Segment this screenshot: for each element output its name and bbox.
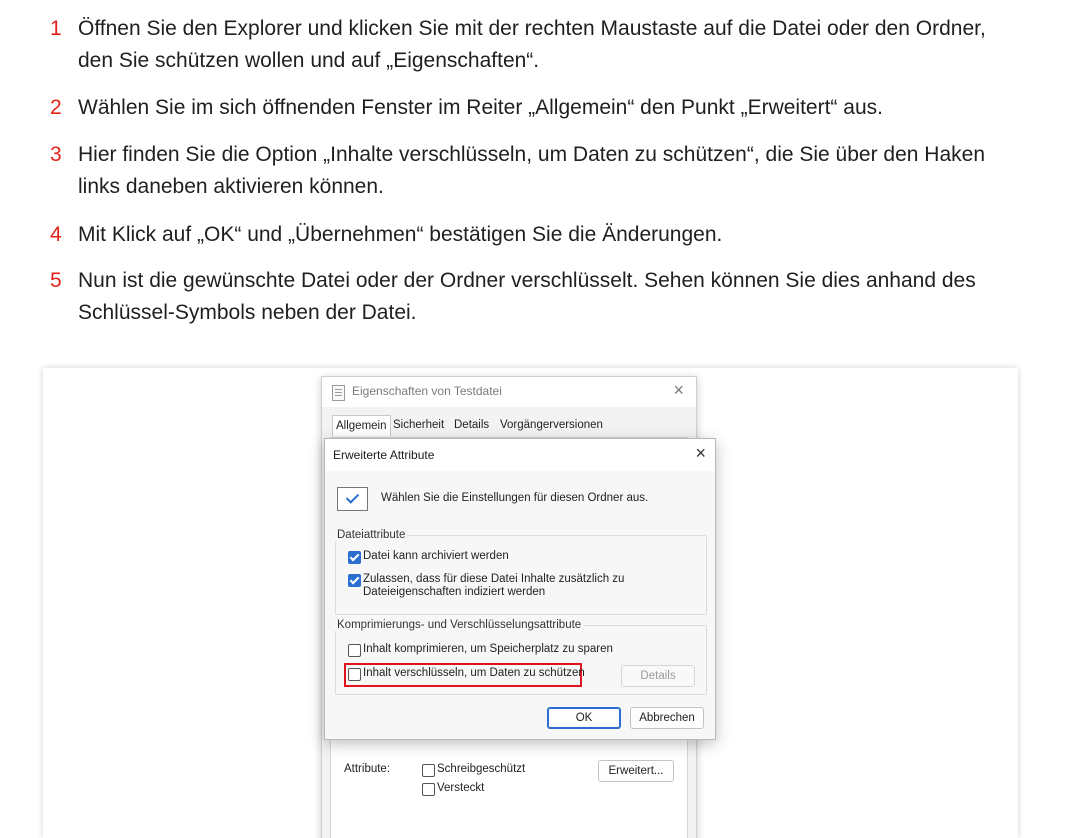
dialog-title: Erweiterte Attribute [333, 448, 435, 462]
document-icon [332, 385, 345, 401]
advanced-button[interactable]: Erweitert... [598, 760, 674, 782]
tab-vorgaengerversionen[interactable]: Vorgängerversionen [497, 415, 606, 435]
archive-checkbox[interactable] [348, 551, 361, 564]
tab-allgemein[interactable]: Allgemein [332, 415, 391, 436]
dialog-titlebar: Erweiterte Attribute × [325, 439, 715, 471]
file-attributes-label: Dateiattribute [335, 529, 408, 541]
compress-checkbox[interactable] [348, 644, 361, 657]
step-text: Mit Klick auf „OK“ und „Übernehmen“ best… [78, 223, 723, 246]
encrypt-checkbox[interactable] [348, 668, 361, 681]
step-text: Öffnen Sie den Explorer und klicken Sie … [78, 17, 986, 72]
step-number: 1 [50, 17, 62, 40]
screenshot-figure: Eigenschaften von Testdatei × Allgemein … [43, 368, 1018, 838]
step-text: Hier finden Sie die Option „Inhalte vers… [78, 143, 985, 198]
hidden-label: Versteckt [437, 782, 485, 794]
encrypt-label: Inhalt verschlüsseln, um Daten zu schütz… [363, 667, 585, 679]
step-text: Nun ist die gewünschte Datei oder der Or… [78, 269, 976, 324]
compression-encryption-label: Komprimierungs- und Verschlüsselungsattr… [335, 619, 584, 631]
archive-label: Datei kann archiviert werden [363, 550, 509, 562]
index-checkbox[interactable] [348, 574, 361, 587]
readonly-label: Schreibgeschützt [437, 763, 526, 775]
readonly-checkbox[interactable] [422, 764, 435, 777]
step-text: Wählen Sie im sich öffnenden Fenster im … [78, 96, 883, 119]
advanced-attributes-dialog: Erweiterte Attribute × Wählen Sie die Ei… [324, 438, 716, 740]
index-label-line2: Dateieigenschaften indiziert werden [363, 586, 546, 598]
step-number: 2 [50, 96, 62, 119]
dialog-intro-text: Wählen Sie die Einstellungen für diesen … [381, 492, 649, 504]
close-icon[interactable]: × [673, 380, 684, 401]
properties-title: Eigenschaften von Testdatei [352, 384, 502, 398]
ok-button[interactable]: OK [547, 707, 621, 729]
hidden-checkbox[interactable] [422, 783, 435, 796]
properties-titlebar: Eigenschaften von Testdatei × [322, 377, 696, 407]
step-number: 4 [50, 223, 62, 246]
step-number: 5 [50, 269, 62, 292]
tab-sicherheit[interactable]: Sicherheit [390, 415, 447, 435]
folder-check-icon [337, 487, 368, 511]
index-label-line1: Zulassen, dass für diese Datei Inhalte z… [363, 573, 625, 585]
attributes-label: Attribute: [344, 763, 391, 775]
details-button[interactable]: Details [621, 665, 695, 687]
cancel-button[interactable]: Abbrechen [630, 707, 704, 729]
close-icon[interactable]: × [695, 443, 706, 464]
compress-label: Inhalt komprimieren, um Speicherplatz zu… [363, 643, 613, 655]
tab-details[interactable]: Details [451, 415, 492, 435]
step-number: 3 [50, 143, 62, 166]
